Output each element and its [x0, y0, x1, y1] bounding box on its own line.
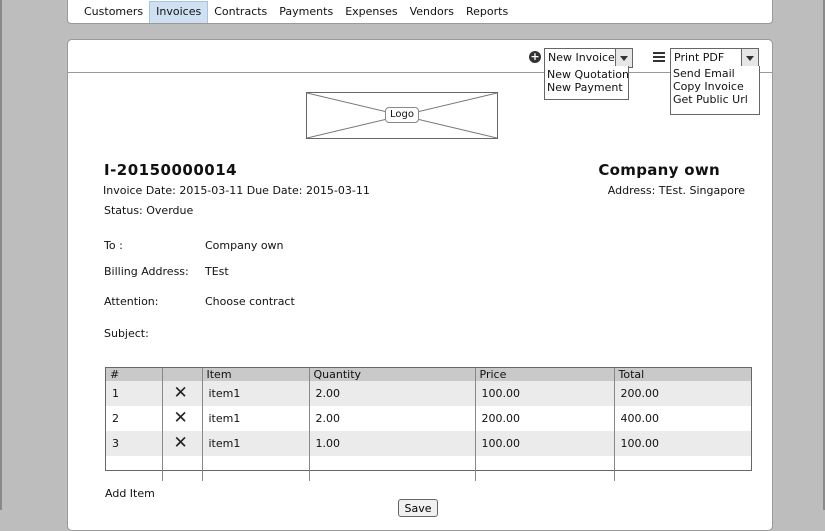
table-row-empty	[106, 456, 751, 481]
delete-cell: ✕	[162, 381, 203, 406]
table-header-row: # Item Quantity Price Total	[106, 368, 751, 381]
chevron-down-icon[interactable]	[615, 49, 632, 67]
hamburger-icon[interactable]	[653, 52, 665, 63]
new-menu: New Quotation New Payment	[544, 66, 629, 100]
invoice-panel: + New Invoice New Quotation New Payment …	[67, 39, 773, 531]
table-row: 2 ✕ item1 2.00 200.00 400.00	[106, 406, 751, 431]
nav-invoices[interactable]: Invoices	[149, 1, 209, 23]
nav-reports[interactable]: Reports	[460, 1, 514, 23]
column-header: Item	[202, 368, 310, 381]
row-number: 1	[106, 381, 163, 406]
menu-copy-invoice[interactable]: Copy Invoice	[673, 80, 759, 93]
x-icon[interactable]: ✕	[169, 435, 188, 452]
x-icon[interactable]: ✕	[169, 385, 188, 402]
menu-new-quotation[interactable]: New Quotation	[547, 68, 629, 81]
window-frame-left	[0, 0, 2, 510]
print-pdf-label: Print PDF	[674, 51, 725, 64]
attention-label: Attention:	[104, 295, 159, 308]
column-header: #	[106, 368, 163, 381]
nav-vendors[interactable]: Vendors	[404, 1, 460, 23]
save-button[interactable]: Save	[398, 499, 438, 517]
company-address: Address: TEst. Singapore	[607, 184, 745, 197]
menu-send-email[interactable]: Send Email	[673, 67, 759, 80]
print-menu: Send Email Copy Invoice Get Public Url	[670, 66, 760, 115]
column-header: Total	[614, 368, 751, 381]
print-pdf-dropdown[interactable]: Print PDF	[670, 48, 759, 68]
company-name: Company own	[598, 161, 720, 179]
billing-address-value[interactable]: TEst	[205, 265, 229, 278]
to-value[interactable]: Company own	[205, 239, 284, 252]
column-header: Quantity	[309, 368, 476, 381]
toolbar-divider	[68, 72, 772, 73]
logo-placeholder: Logo	[306, 92, 498, 139]
item-price[interactable]: 200.00	[475, 406, 615, 431]
attention-value[interactable]: Choose contract	[205, 295, 295, 308]
item-quantity[interactable]: 1.00	[309, 431, 476, 456]
item-total: 200.00	[614, 381, 751, 406]
to-label: To :	[104, 239, 123, 252]
column-header	[162, 368, 203, 381]
table-row: 1 ✕ item1 2.00 100.00 200.00	[106, 381, 751, 406]
top-nav: Customers Invoices Contracts Payments Ex…	[78, 0, 514, 23]
item-name[interactable]: item1	[202, 431, 310, 456]
nav-expenses[interactable]: Expenses	[339, 1, 403, 23]
nav-payments[interactable]: Payments	[273, 1, 339, 23]
add-item-link[interactable]: Add Item	[105, 487, 155, 500]
invoice-status: Status: Overdue	[104, 204, 194, 217]
item-quantity[interactable]: 2.00	[309, 406, 476, 431]
logo-label: Logo	[385, 107, 419, 123]
new-invoice-label: New Invoice	[548, 51, 615, 64]
chevron-down-icon[interactable]	[741, 49, 758, 67]
invoice-dates: Invoice Date: 2015-03-11 Due Date: 2015-…	[103, 184, 370, 197]
item-total: 100.00	[614, 431, 751, 456]
row-number: 3	[106, 431, 163, 456]
invoice-number: I-20150000014	[104, 161, 238, 179]
item-name[interactable]: item1	[202, 406, 310, 431]
top-nav-panel: Customers Invoices Contracts Payments Ex…	[67, 0, 773, 24]
subject-label: Subject:	[104, 327, 149, 340]
column-header: Price	[475, 368, 615, 381]
item-price[interactable]: 100.00	[475, 381, 615, 406]
menu-new-payment[interactable]: New Payment	[547, 81, 628, 94]
plus-circle-icon[interactable]: +	[529, 51, 541, 63]
delete-cell: ✕	[162, 431, 203, 456]
item-total: 400.00	[620, 412, 660, 425]
item-name[interactable]: item1	[202, 381, 310, 406]
nav-contracts[interactable]: Contracts	[208, 1, 273, 23]
billing-address-label: Billing Address:	[104, 265, 189, 278]
item-price[interactable]: 100.00	[475, 431, 615, 456]
delete-cell: ✕	[162, 406, 203, 431]
table-row: 3 ✕ item1 1.00 100.00 100.00	[106, 431, 751, 456]
menu-get-public-url[interactable]: Get Public Url	[673, 93, 759, 106]
new-invoice-dropdown[interactable]: New Invoice	[544, 48, 633, 68]
item-quantity[interactable]: 2.00	[309, 381, 476, 406]
nav-customers[interactable]: Customers	[78, 1, 149, 23]
row-number: 2	[106, 406, 163, 431]
items-table: # Item Quantity Price Total 1 ✕ item1 2.…	[105, 367, 752, 481]
x-icon[interactable]: ✕	[169, 410, 188, 427]
